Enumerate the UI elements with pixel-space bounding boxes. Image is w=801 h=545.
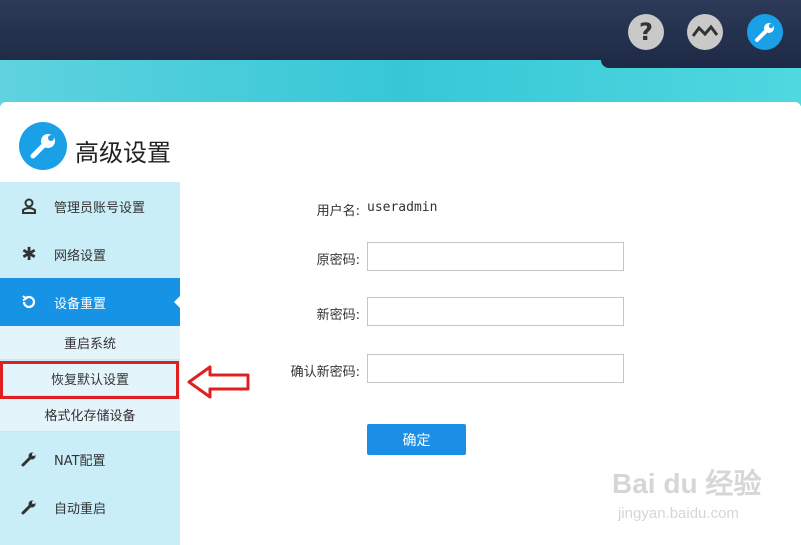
sidebar-item-label: 自动重启 <box>54 501 107 517</box>
new-password-field[interactable] <box>367 297 624 326</box>
watermark-url: jingyan.baidu.com <box>618 505 739 522</box>
sub-item-label: 重启系统 <box>63 337 116 352</box>
sidebar-item-nat-config[interactable]: NAT配置 <box>0 435 180 483</box>
wrench-icon <box>20 450 38 468</box>
page-title: 高级设置 <box>75 139 171 167</box>
sub-item-label: 格式化存储设备 <box>44 409 136 424</box>
sidebar-item-label: 设备重置 <box>54 296 107 312</box>
sidebar-item-device-reset[interactable]: 设备重置 <box>0 278 181 326</box>
sidebar-item-label: 网络设置 <box>54 248 107 264</box>
sidebar-item-label: NAT配置 <box>54 453 106 469</box>
old-password-label: 原密码: <box>316 253 360 268</box>
help-icon[interactable]: ? <box>628 14 664 50</box>
sidebar-item-auto-restart[interactable]: 自动重启 <box>0 483 180 531</box>
top-header-bar <box>0 0 801 66</box>
sidebar-item-admin-account[interactable]: 管理员账号设置 <box>0 182 180 230</box>
confirm-button[interactable]: 确定 <box>367 424 466 455</box>
sub-item-format-storage[interactable]: 格式化存储设备 <box>0 398 180 432</box>
username-value: useradmin <box>367 200 438 215</box>
sidebar-item-label: 管理员账号设置 <box>54 200 146 216</box>
header-tab-shape <box>601 60 801 68</box>
reset-icon <box>20 293 38 311</box>
username-label: 用户名: <box>316 204 360 219</box>
confirm-password-label: 确认新密码: <box>290 365 360 380</box>
wrench-icon <box>20 498 38 516</box>
sidebar-item-network[interactable]: ✱ 网络设置 <box>0 230 180 278</box>
old-password-field[interactable] <box>367 242 624 271</box>
settings-wrench-icon[interactable] <box>747 14 783 50</box>
watermark-brand: Bai du 经验 <box>612 468 762 499</box>
sub-item-restart-system[interactable]: 重启系统 <box>0 326 180 360</box>
wrench-icon <box>19 122 67 170</box>
confirm-password-field[interactable] <box>367 354 624 383</box>
user-icon <box>20 197 38 215</box>
annotation-highlight-box <box>0 361 179 399</box>
new-password-label: 新密码: <box>316 308 360 323</box>
gear-icon: ✱ <box>21 243 37 265</box>
chart-icon[interactable] <box>687 14 723 50</box>
